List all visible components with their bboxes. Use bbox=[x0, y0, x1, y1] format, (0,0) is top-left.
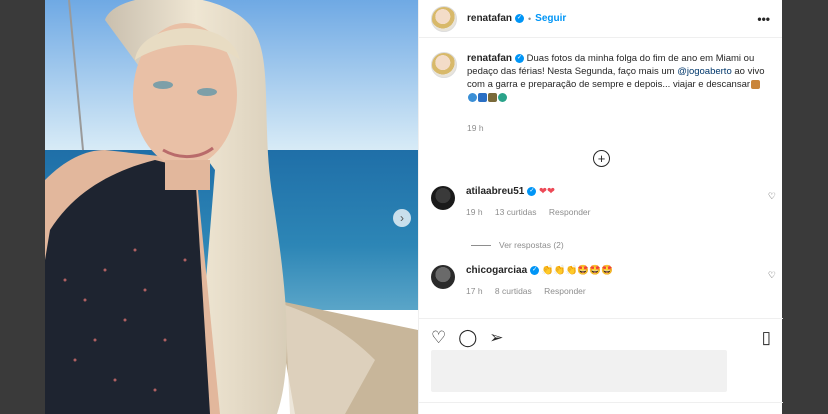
send-icon[interactable]: ➢ bbox=[489, 329, 503, 346]
follow-button[interactable]: Seguir bbox=[535, 13, 566, 24]
author-username[interactable]: renatafan bbox=[467, 13, 512, 24]
globe-emoji-icon bbox=[468, 92, 477, 102]
comment-meta: 19 h 13 curtidas Responder bbox=[466, 207, 600, 217]
flag-emoji-icon bbox=[478, 92, 487, 102]
post-photo[interactable]: › bbox=[45, 0, 418, 414]
comment-icon[interactable]: ◯ bbox=[458, 329, 477, 346]
heart-icon[interactable]: ♡ bbox=[431, 329, 446, 346]
caption-avatar[interactable] bbox=[431, 52, 457, 78]
caption-text: renatafan ✓ Duas fotos da minha folga do … bbox=[467, 52, 767, 104]
screen: › renatafan ✓ • Seguir ••• renatafan ✓ Du… bbox=[0, 0, 828, 414]
verified-badge-icon: ✓ bbox=[515, 53, 525, 63]
more-options-icon[interactable]: ••• bbox=[757, 12, 770, 26]
replies-divider bbox=[471, 244, 491, 246]
comment-reply-button[interactable]: Responder bbox=[544, 286, 586, 296]
comment-reply-button[interactable]: Responder bbox=[549, 207, 591, 217]
comment-meta: 17 h 8 curtidas Responder bbox=[466, 286, 613, 296]
comment-likes[interactable]: 8 curtidas bbox=[495, 286, 532, 296]
verified-badge-icon: ✓ bbox=[515, 14, 525, 23]
caption-username[interactable]: renatafan bbox=[467, 53, 512, 64]
bookmark-icon[interactable]: ▯ bbox=[762, 329, 771, 346]
divider bbox=[419, 402, 783, 403]
photo-image bbox=[45, 0, 418, 414]
comment: chicogarciaa ✓ 👏👏👏🤩🤩🤩 17 h 8 curtidas Res… bbox=[431, 265, 776, 296]
post-side-panel: renatafan ✓ • Seguir ••• renatafan ✓ Duas… bbox=[418, 0, 783, 414]
likes-placeholder bbox=[431, 350, 727, 392]
caption-time[interactable]: 19 h bbox=[467, 123, 484, 133]
comment-body: chicogarciaa ✓ 👏👏👏🤩🤩🤩 17 h 8 curtidas Res… bbox=[466, 265, 613, 296]
post-header: renatafan ✓ • Seguir ••• bbox=[419, 0, 782, 38]
comment-time[interactable]: 19 h bbox=[466, 207, 483, 217]
verified-badge-icon: ✓ bbox=[530, 265, 540, 275]
comment-text: ❤❤ bbox=[539, 186, 555, 197]
earth-emoji-icon bbox=[498, 92, 507, 102]
verified-badge-icon: ✓ bbox=[527, 186, 537, 196]
butterfly-emoji-icon bbox=[751, 79, 761, 89]
palm-emoji-icon bbox=[488, 92, 497, 102]
comment-time[interactable]: 17 h bbox=[466, 286, 483, 296]
comment: atilaabreu51 ✓ ❤❤ 19 h 13 curtidas Respon… bbox=[431, 186, 776, 217]
commenter-avatar[interactable] bbox=[431, 265, 455, 289]
comment-text: 👏👏👏🤩🤩🤩 bbox=[541, 265, 613, 276]
load-more-comments-button[interactable]: + bbox=[593, 150, 610, 167]
author-avatar[interactable] bbox=[431, 5, 457, 32]
caption-mention-link[interactable]: @jogoaberto bbox=[677, 66, 732, 77]
carousel-next-button[interactable]: › bbox=[393, 209, 411, 227]
view-replies-label: Ver respostas (2) bbox=[499, 240, 564, 250]
commenter-avatar[interactable] bbox=[431, 186, 455, 210]
comment-body: atilaabreu51 ✓ ❤❤ 19 h 13 curtidas Respon… bbox=[466, 186, 600, 217]
comment-like-heart-icon[interactable]: ♡ bbox=[768, 270, 776, 281]
comment-like-heart-icon[interactable]: ♡ bbox=[768, 191, 776, 202]
post-modal: › renatafan ✓ • Seguir ••• renatafan ✓ Du… bbox=[45, 0, 783, 414]
commenter-username[interactable]: chicogarciaa bbox=[466, 265, 527, 276]
separator-dot: • bbox=[528, 13, 532, 24]
view-replies-button[interactable]: Ver respostas (2) bbox=[471, 240, 564, 250]
commenter-username[interactable]: atilaabreu51 bbox=[466, 186, 524, 197]
post-caption: renatafan ✓ Duas fotos da minha folga do … bbox=[419, 38, 782, 104]
comment-likes[interactable]: 13 curtidas bbox=[495, 207, 537, 217]
